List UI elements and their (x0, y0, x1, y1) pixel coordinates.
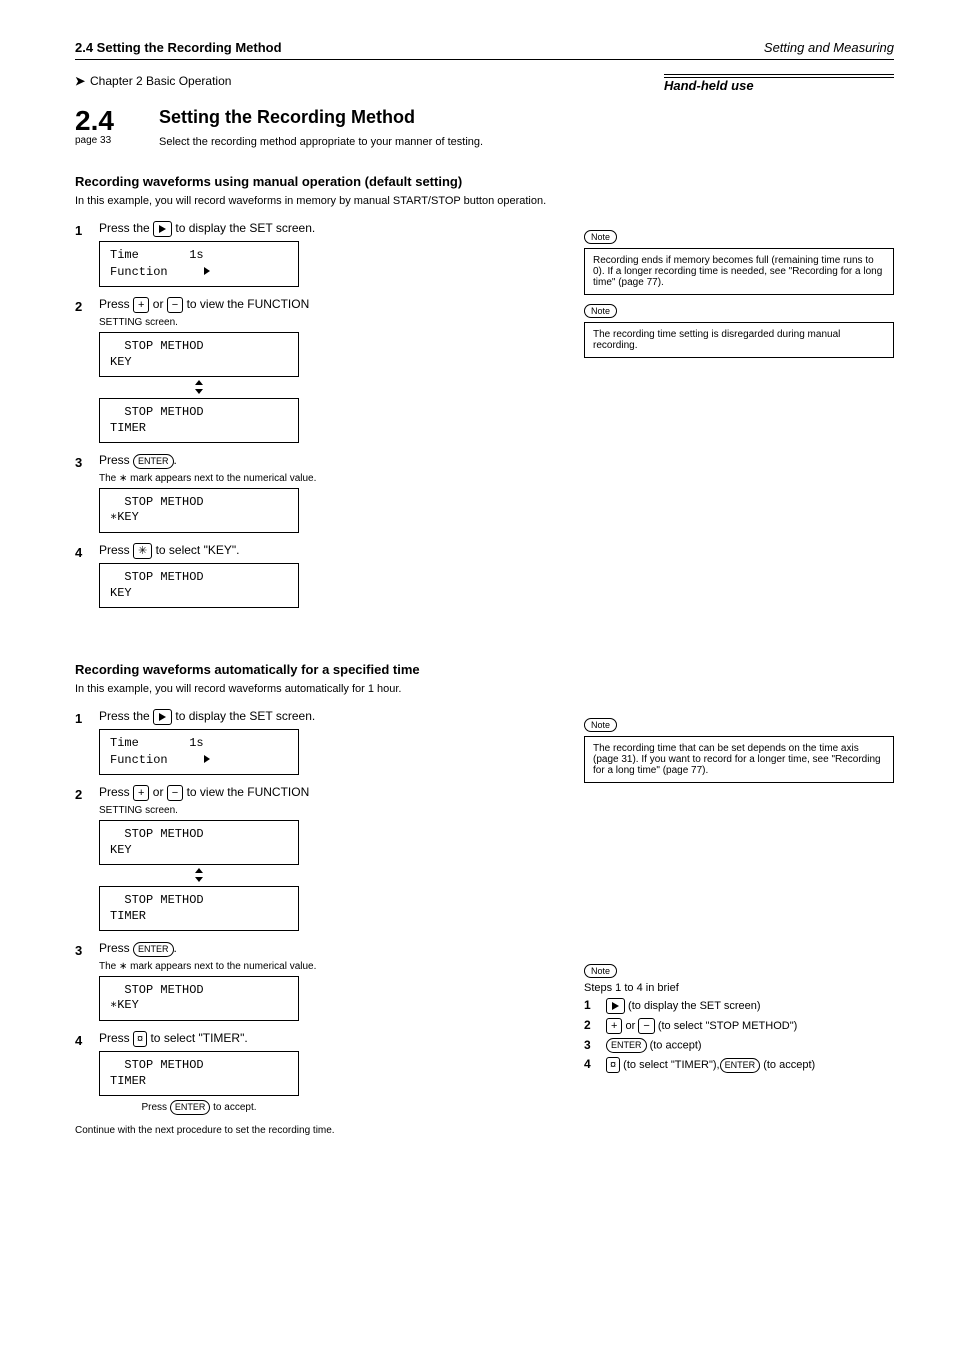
header-right: Setting and Measuring (764, 40, 894, 55)
short-step-text: ENTER (to accept) (606, 1038, 702, 1053)
currency-button-icon: ¤ (606, 1057, 620, 1073)
lcd-display: STOP METHOD KEY (99, 332, 299, 377)
step-number: 1 (75, 221, 89, 238)
breadcrumb-left: Chapter 2 Basic Operation (90, 74, 664, 88)
minus-button-icon: − (167, 785, 183, 801)
lcd-display: Time 1s Function (99, 241, 299, 287)
step-number: 2 (75, 297, 89, 314)
updown-arrow-icon (195, 380, 203, 394)
enter-button-icon: ENTER (606, 1038, 647, 1053)
enter-button-icon: ENTER (133, 942, 174, 957)
star-button-icon: ✳ (133, 543, 152, 559)
short-step-number: 3 (584, 1038, 598, 1053)
lcd-display: STOP METHOD TIMER (99, 886, 299, 931)
lcd-display: STOP METHOD TIMER (99, 1051, 299, 1096)
short-step-text: + or − (to select "STOP METHOD") (606, 1018, 797, 1034)
note-label: Note (584, 304, 617, 318)
step-number: 1 (75, 709, 89, 726)
short-steps-intro: Steps 1 to 4 in brief (584, 982, 894, 994)
step-number: 4 (75, 543, 89, 560)
enter-button-icon: ENTER (170, 1100, 211, 1115)
short-step-number: 4 (584, 1057, 598, 1073)
short-step-number: 1 (584, 998, 598, 1014)
plus-button-icon: + (606, 1018, 622, 1034)
enter-button-icon: ENTER (720, 1058, 761, 1073)
short-step-number: 2 (584, 1018, 598, 1034)
page-title: Setting the Recording Method (159, 107, 894, 128)
lcd-display: STOP METHOD KEY (99, 563, 299, 608)
play-button-icon (606, 998, 625, 1014)
lcd-display: STOP METHOD TIMER (99, 398, 299, 443)
note-box: The recording time that can be set depen… (584, 736, 894, 783)
short-step-text: ¤ (to select "TIMER"),ENTER (to accept) (606, 1057, 815, 1073)
updown-arrow-icon (195, 868, 203, 882)
section-b-title: Recording waveforms automatically for a … (75, 662, 894, 677)
lcd-display: STOP METHOD ∗KEY (99, 488, 299, 533)
play-button-icon (153, 709, 172, 725)
step-number: 4 (75, 1031, 89, 1048)
breadcrumb-right: Hand-held use (664, 78, 754, 93)
note-box: The recording time setting is disregarde… (584, 322, 894, 358)
step-number: 2 (75, 785, 89, 802)
enter-button-icon: ENTER (133, 454, 174, 469)
step-number: 3 (75, 941, 89, 958)
header-left: 2.4 Setting the Recording Method (75, 40, 282, 55)
currency-button-icon: ¤ (133, 1031, 147, 1047)
page-intro: Select the recording method appropriate … (159, 136, 894, 148)
note-label: Note (584, 718, 617, 732)
section-b-tail: Continue with the next procedure to set … (75, 1125, 544, 1136)
note-label: Note (584, 230, 617, 244)
step-number: 3 (75, 453, 89, 470)
lcd-display: STOP METHOD ∗KEY (99, 976, 299, 1021)
section-number: 2.4 (75, 105, 145, 137)
section-a-sub: In this example, you will record wavefor… (75, 195, 894, 207)
minus-button-icon: − (167, 297, 183, 313)
plus-button-icon: + (133, 785, 149, 801)
plus-button-icon: + (133, 297, 149, 313)
section-b-sub: In this example, you will record wavefor… (75, 683, 894, 695)
note-label: Note (584, 964, 617, 978)
play-button-icon (153, 221, 172, 237)
short-step-text: (to display the SET screen) (606, 998, 761, 1014)
breadcrumb-arrow-icon: ➤ (75, 74, 90, 88)
note-box: Recording ends if memory becomes full (r… (584, 248, 894, 295)
lcd-display: Time 1s Function (99, 729, 299, 775)
section-a-title: Recording waveforms using manual operati… (75, 174, 894, 189)
lcd-display: STOP METHOD KEY (99, 820, 299, 865)
page-number: 33 (100, 135, 111, 146)
minus-button-icon: − (638, 1018, 654, 1034)
